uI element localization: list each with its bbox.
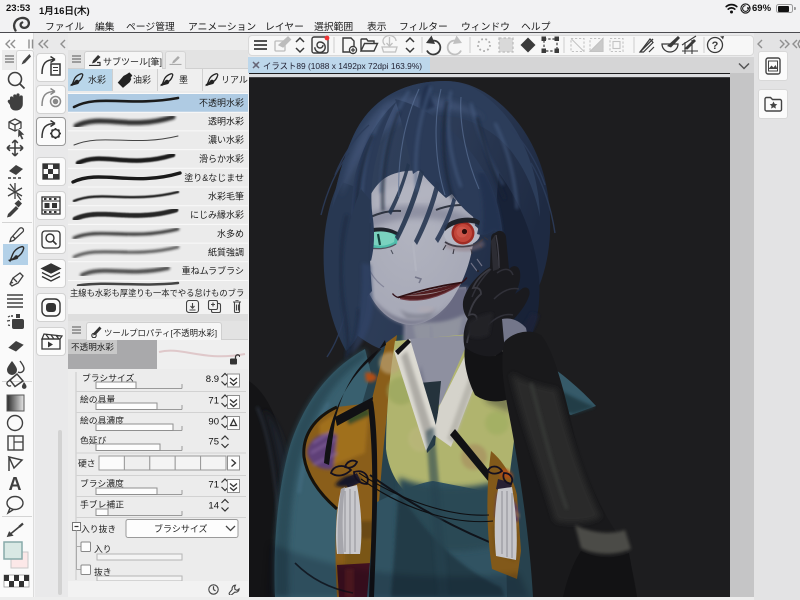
svg-text:油彩: 油彩 bbox=[133, 74, 151, 85]
svg-text:不透明水彩: 不透明水彩 bbox=[199, 97, 244, 108]
svg-text:ブラシサイズ: ブラシサイズ bbox=[154, 523, 208, 534]
svg-text:墨: 墨 bbox=[179, 75, 188, 85]
svg-text:14: 14 bbox=[208, 501, 219, 512]
svg-text:紙質強調: 紙質強調 bbox=[208, 247, 244, 258]
svg-text:71: 71 bbox=[208, 396, 219, 407]
svg-text:ブラシサイズ: ブラシサイズ bbox=[82, 372, 135, 383]
svg-text:A: A bbox=[9, 474, 22, 494]
svg-text:抜き: 抜き bbox=[94, 566, 112, 577]
svg-text:?: ? bbox=[712, 40, 719, 52]
svg-text:71: 71 bbox=[208, 480, 219, 491]
svg-text:8.9: 8.9 bbox=[206, 374, 219, 385]
svg-text:75: 75 bbox=[208, 437, 219, 448]
svg-text:手ブレ補正: 手ブレ補正 bbox=[80, 499, 124, 510]
svg-text:透明水彩: 透明水彩 bbox=[208, 116, 244, 127]
svg-text:入り抜き: 入り抜き bbox=[81, 523, 116, 534]
svg-text:水彩毛筆: 水彩毛筆 bbox=[208, 191, 244, 202]
svg-text:硬さ: 硬さ bbox=[78, 459, 96, 469]
svg-text:重ねムラブラシ: 重ねムラブラシ bbox=[182, 265, 244, 276]
svg-text:ブラシ濃度: ブラシ濃度 bbox=[80, 478, 124, 489]
svg-text:90: 90 bbox=[208, 417, 219, 428]
svg-text:濃い水彩: 濃い水彩 bbox=[208, 134, 244, 145]
svg-text:リアル: リアル bbox=[221, 75, 248, 85]
svg-text:水多め: 水多め bbox=[217, 228, 244, 239]
svg-text:入り: 入り bbox=[94, 544, 112, 554]
svg-text:滑らか水彩: 滑らか水彩 bbox=[199, 153, 244, 164]
svg-text:にじみ縁水彩: にじみ縁水彩 bbox=[190, 209, 244, 220]
svg-text:水彩: 水彩 bbox=[88, 74, 106, 85]
svg-text:塗り&なじませ: 塗り&なじませ bbox=[184, 172, 244, 183]
